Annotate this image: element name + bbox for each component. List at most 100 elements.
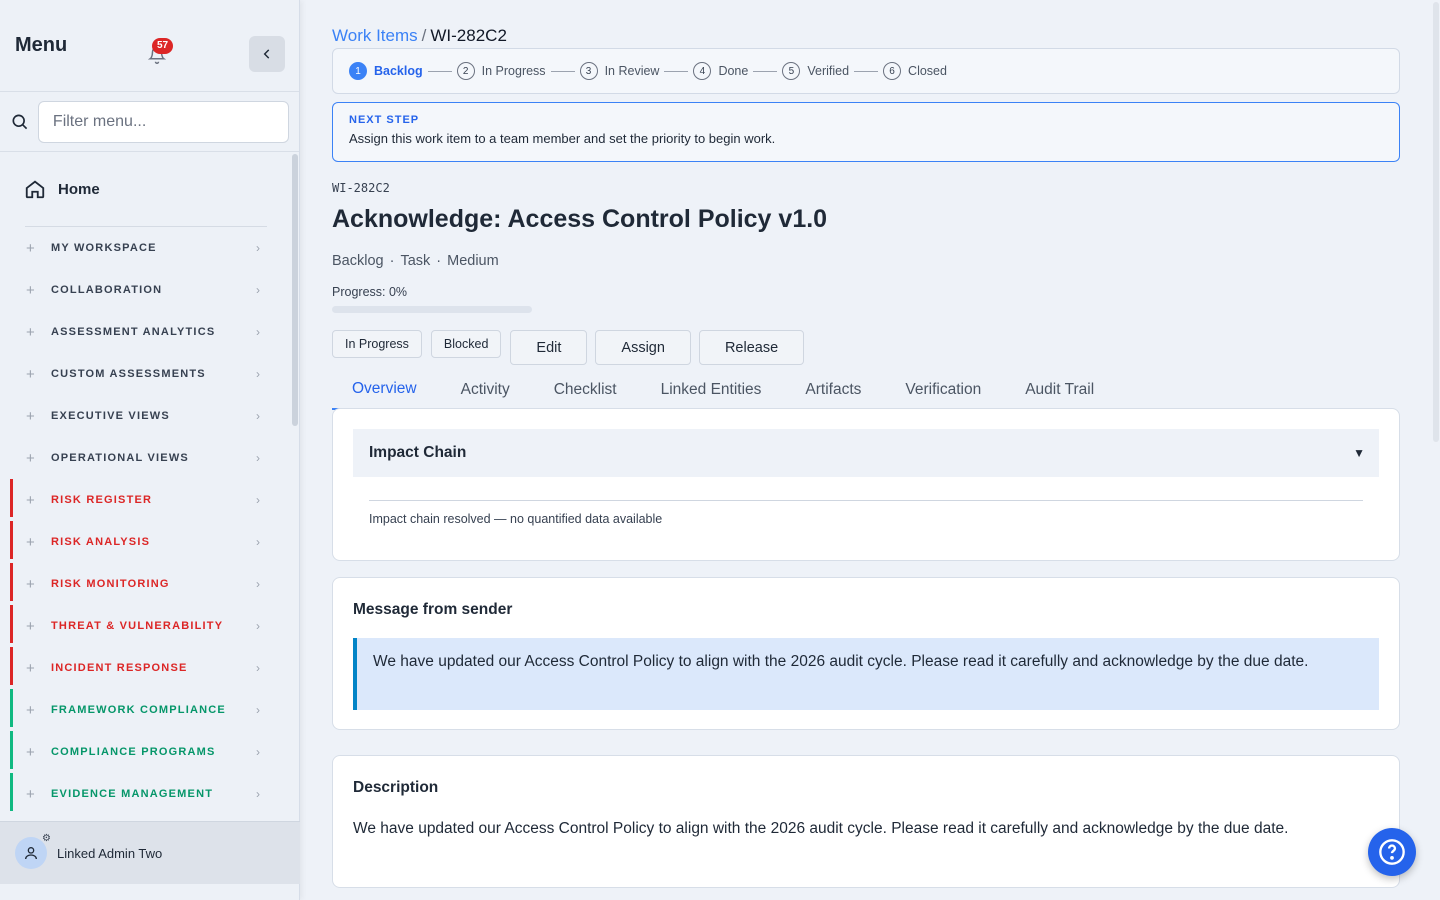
release-button[interactable]: Release: [698, 330, 805, 365]
sidebar-nav: Home + MY WORKSPACE › + COLLABORATION › + ASSES…: [0, 152, 292, 820]
step-verified[interactable]: 5 Verified: [782, 62, 849, 80]
sidebar-sections: + MY WORKSPACE › + COLLABORATION › + ASSESSMENT…: [0, 227, 292, 815]
step-connector: [427, 70, 452, 72]
plus-icon: +: [26, 365, 35, 383]
chevron-right-icon: ›: [256, 325, 262, 339]
filter-menu-input[interactable]: [37, 100, 289, 143]
sidebar-section-custom-assessments[interactable]: + CUSTOM ASSESSMENTS ›: [0, 353, 292, 395]
tab-overview[interactable]: Overview: [332, 370, 439, 410]
plus-icon: +: [26, 785, 35, 803]
sidebar-section-incident-response[interactable]: + INCIDENT RESPONSE ›: [0, 647, 292, 689]
sidebar-section-framework-compliance[interactable]: + FRAMEWORK COMPLIANCE ›: [0, 689, 292, 731]
sidebar-section-label: ASSESSMENT ANALYTICS: [51, 326, 216, 338]
plus-icon: +: [26, 449, 35, 467]
breadcrumb-work-items[interactable]: Work Items: [332, 26, 418, 45]
sidebar-scrollbar[interactable]: [292, 154, 298, 426]
step-in-review[interactable]: 3 In Review: [579, 62, 659, 80]
tab-audit-trail[interactable]: Audit Trail: [1003, 370, 1116, 410]
user-footer[interactable]: ⚙ Linked Admin Two: [0, 821, 300, 884]
help-button[interactable]: [1368, 828, 1416, 876]
step-connector: [664, 70, 689, 72]
chevron-right-icon: ›: [256, 409, 262, 423]
sidebar-section-risk-analysis[interactable]: + RISK ANALYSIS ›: [0, 521, 292, 563]
breadcrumb-separator: /: [421, 26, 427, 45]
description-title: Description: [353, 779, 439, 796]
chevron-right-icon: ›: [256, 661, 262, 675]
sidebar-section-label: COMPLIANCE PROGRAMS: [51, 746, 216, 758]
user-icon: [25, 847, 37, 860]
sidebar-item-home[interactable]: Home: [0, 152, 292, 226]
chevron-right-icon: ›: [256, 703, 262, 717]
chevron-right-icon: ›: [256, 787, 262, 801]
sidebar-section-evidence-management[interactable]: + EVIDENCE MANAGEMENT ›: [0, 773, 292, 815]
plus-icon: +: [26, 323, 35, 341]
step-in-progress[interactable]: 2 In Progress: [456, 62, 546, 80]
sidebar-section-assessment-analytics[interactable]: + ASSESSMENT ANALYTICS ›: [0, 311, 292, 353]
tab-checklist[interactable]: Checklist: [532, 370, 639, 410]
chevron-right-icon: ›: [256, 367, 262, 381]
sidebar-section-my-workspace[interactable]: + MY WORKSPACE ›: [0, 227, 292, 269]
notification-badge: 57: [152, 38, 174, 54]
tab-linked-entities[interactable]: Linked Entities: [639, 370, 784, 410]
help-icon: [1379, 839, 1405, 865]
in-progress-button[interactable]: In Progress: [332, 330, 422, 358]
breadcrumb: Work Items / WI-282C2: [332, 26, 507, 46]
page-scrollbar-thumb[interactable]: [1433, 2, 1439, 442]
assign-button[interactable]: Assign: [595, 330, 691, 365]
page-scrollbar[interactable]: [1432, 0, 1440, 900]
description-card: Description We have updated our Access C…: [332, 755, 1400, 888]
sidebar-section-risk-monitoring[interactable]: + RISK MONITORING ›: [0, 563, 292, 605]
tab-verification[interactable]: Verification: [883, 370, 1003, 410]
avatar[interactable]: ⚙: [15, 833, 51, 869]
chevron-right-icon: ›: [256, 535, 262, 549]
step-label: In Progress: [481, 64, 546, 78]
status-value: Backlog: [332, 253, 384, 269]
step-done[interactable]: 4 Done: [693, 62, 748, 80]
impact-chain-accordion[interactable]: Impact Chain ▼: [353, 429, 1379, 477]
sidebar-section-executive-views[interactable]: + EXECUTIVE VIEWS ›: [0, 395, 292, 437]
sidebar-section-label: RISK ANALYSIS: [51, 536, 151, 548]
gear-icon: ⚙: [42, 833, 51, 844]
work-item-id: WI-282C2: [332, 181, 390, 195]
impact-chain-card: Impact Chain ▼ Impact chain resolved — n…: [332, 408, 1400, 561]
step-backlog[interactable]: 1 Backlog: [349, 62, 423, 80]
caret-down-icon: ▼: [1353, 446, 1365, 460]
sidebar-section-operational-views[interactable]: + OPERATIONAL VIEWS ›: [0, 437, 292, 479]
chevron-right-icon: ›: [256, 745, 262, 759]
message-text: We have updated our Access Control Polic…: [353, 638, 1379, 710]
priority-value: Medium: [447, 253, 499, 269]
sidebar-section-threat-vulnerability[interactable]: + THREAT & VULNERABILITY ›: [0, 605, 292, 647]
plus-icon: +: [26, 491, 35, 509]
step-closed[interactable]: 6 Closed: [883, 62, 947, 80]
progress-label: Progress: 0%: [332, 285, 408, 299]
chevron-right-icon: ›: [256, 283, 262, 297]
step-connector: [753, 70, 778, 72]
chevron-right-icon: ›: [256, 619, 262, 633]
sidebar-filter: [0, 92, 299, 152]
sidebar-section-label: EVIDENCE MANAGEMENT: [51, 788, 214, 800]
sidebar-section-label: EXECUTIVE VIEWS: [51, 410, 170, 422]
tab-activity[interactable]: Activity: [439, 370, 532, 410]
collapse-sidebar-button[interactable]: [249, 36, 285, 72]
next-step-label: NEXT STEP: [349, 114, 420, 126]
sidebar-section-collaboration[interactable]: + COLLABORATION ›: [0, 269, 292, 311]
edit-button[interactable]: Edit: [510, 330, 588, 365]
chevron-right-icon: ›: [256, 577, 262, 591]
impact-chain-text: Impact chain resolved — no quantified da…: [369, 512, 663, 526]
next-step-text: Assign this work item to a team member a…: [349, 131, 776, 146]
plus-icon: +: [26, 407, 35, 425]
user-name: Linked Admin Two: [57, 845, 163, 861]
chevron-right-icon: ›: [256, 241, 262, 255]
step-connector: [854, 70, 879, 72]
sidebar-section-label: THREAT & VULNERABILITY: [51, 620, 224, 632]
sidebar-section-label: OPERATIONAL VIEWS: [51, 452, 189, 464]
blocked-button[interactable]: Blocked: [430, 330, 502, 358]
step-number: 6: [883, 62, 902, 80]
sidebar-header: Menu 57: [0, 0, 299, 92]
plus-icon: +: [26, 239, 35, 257]
description-text: We have updated our Access Control Polic…: [353, 820, 1289, 837]
sidebar-section-compliance-programs[interactable]: + COMPLIANCE PROGRAMS ›: [0, 731, 292, 773]
tab-artifacts[interactable]: Artifacts: [783, 370, 883, 410]
work-item-meta: Backlog · Task · Medium: [332, 253, 499, 269]
sidebar-section-risk-register[interactable]: + RISK REGISTER ›: [0, 479, 292, 521]
